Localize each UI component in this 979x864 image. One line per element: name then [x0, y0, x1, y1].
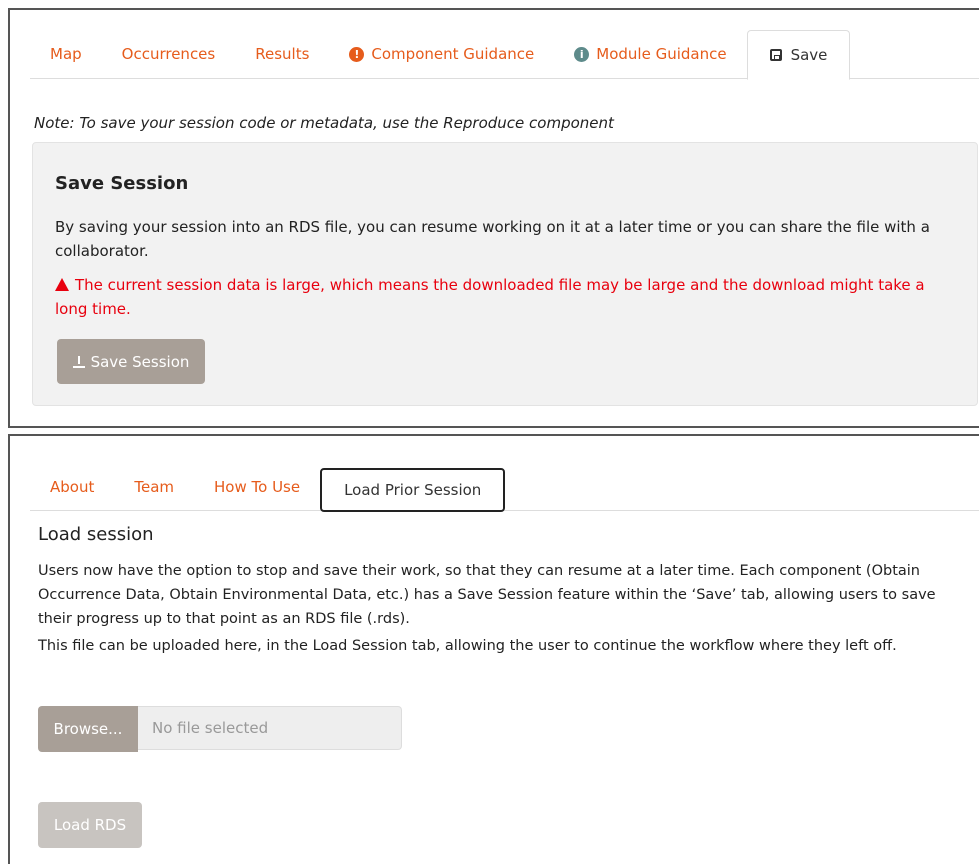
browse-button[interactable]: Browse...	[38, 706, 138, 752]
download-icon	[72, 355, 85, 368]
section-title: Save Session	[55, 173, 189, 194]
load-description: Users now have the option to stop and sa…	[38, 563, 936, 627]
load-session-heading: Load session	[38, 524, 154, 545]
tab-occurrences[interactable]: Occurrences	[102, 30, 236, 78]
file-input: Browse... No file selected	[38, 706, 402, 752]
tab-how-to-use[interactable]: How To Use	[194, 464, 320, 510]
tab-label: Map	[50, 45, 82, 63]
tab-results[interactable]: Results	[235, 30, 329, 78]
tab-save[interactable]: Save	[746, 30, 851, 80]
tab-label: Module Guidance	[596, 45, 727, 63]
info-icon: i	[574, 46, 590, 62]
upload-description: This file can be uploaded here, in the L…	[38, 638, 897, 654]
tab-label: Save	[790, 46, 828, 64]
tab-label: Team	[134, 478, 175, 496]
tab-label: Results	[255, 45, 310, 63]
tab-label: Load Prior Session	[344, 481, 482, 499]
intro-tabs: About Team How To Use Load Prior Session	[30, 464, 979, 512]
tab-map[interactable]: Map	[30, 30, 102, 78]
save-button-label: Save Session	[90, 352, 190, 371]
large-session-warning: The current session data is large, which…	[55, 273, 945, 321]
tab-team[interactable]: Team	[114, 464, 194, 510]
warning-text: The current session data is large, which…	[55, 276, 925, 318]
tab-load-prior-session[interactable]: Load Prior Session	[320, 468, 506, 512]
save-panel: Map Occurrences Results ! Component Guid…	[8, 8, 979, 428]
load-rds-button[interactable]: Load RDS	[38, 802, 142, 848]
save-session-button[interactable]: Save Session	[57, 339, 205, 384]
tab-label: How To Use	[214, 478, 301, 496]
tab-component-guidance[interactable]: ! Component Guidance	[329, 30, 554, 78]
tab-label: Occurrences	[121, 45, 216, 63]
module-tabs: Map Occurrences Results ! Component Guid…	[30, 30, 979, 80]
reproduce-note: Note: To save your session code or metad…	[34, 114, 614, 132]
file-name-field[interactable]: No file selected	[138, 706, 402, 750]
tab-about[interactable]: About	[30, 464, 114, 510]
load-panel: About Team How To Use Load Prior Session…	[8, 434, 979, 864]
exclamation-icon: !	[349, 46, 365, 62]
save-icon	[769, 49, 782, 61]
save-description: By saving your session into an RDS file,…	[55, 218, 930, 260]
warning-icon	[55, 278, 69, 291]
tab-label: About	[50, 478, 95, 496]
tab-module-guidance[interactable]: i Module Guidance	[554, 30, 746, 78]
save-session-well: Save Session By saving your session into…	[32, 142, 978, 406]
tab-label: Component Guidance	[371, 45, 535, 63]
